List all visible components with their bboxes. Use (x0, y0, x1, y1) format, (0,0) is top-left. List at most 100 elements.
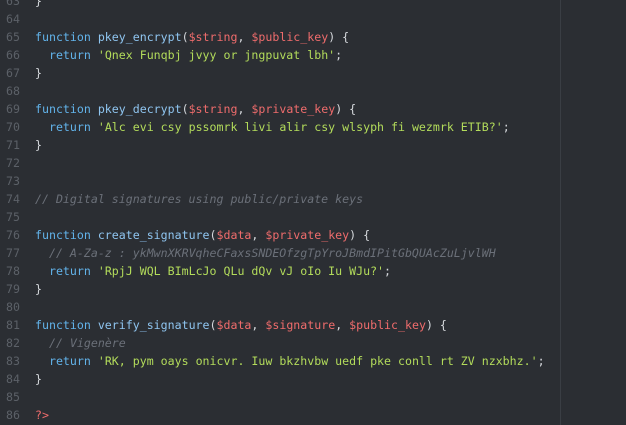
line-code[interactable]: // A-Za-z : ykMwnXKRVqheCFaxsSNDEOfzgTpY… (35, 244, 496, 262)
code-line[interactable]: 63} (0, 0, 626, 10)
code-token: } (35, 372, 42, 386)
code-line[interactable]: 71} (0, 136, 626, 154)
code-line[interactable]: 84} (0, 370, 626, 388)
line-code[interactable]: // Vigenère (35, 334, 126, 352)
line-code[interactable]: // Digital signatures using public/priva… (35, 190, 363, 208)
line-code[interactable]: function pkey_decrypt($string, $private_… (35, 100, 356, 118)
code-token: ?> (35, 408, 49, 422)
code-token: } (35, 282, 42, 296)
line-number: 75 (6, 210, 20, 224)
code-token: return (48, 48, 91, 62)
code-token: return (48, 264, 91, 278)
code-token: } (35, 138, 42, 152)
code-token: // A-Za-z : ykMwnXKRVqheCFaxsSNDEOfzgTpY… (48, 246, 496, 260)
line-number: 68 (6, 84, 20, 98)
code-token: $private_key (265, 228, 350, 242)
code-token: , (237, 102, 252, 116)
code-token: , (251, 318, 266, 332)
code-token: ; (537, 354, 545, 368)
code-token: return (48, 354, 91, 368)
code-token: pkey_decrypt (97, 102, 182, 116)
code-line[interactable]: 66 return 'Qnex Funqbj jvyy or jngpuvat … (0, 46, 626, 64)
code-line[interactable]: 75 (0, 208, 626, 226)
code-token: ( (181, 102, 189, 116)
code-line[interactable]: 65 function pkey_encrypt($string, $public… (0, 28, 626, 46)
line-code[interactable]: return 'Qnex Funqbj jvyy or jngpuvat lbh… (35, 46, 342, 64)
line-code[interactable]: function pkey_encrypt($string, $public_k… (35, 28, 349, 46)
line-number: 64 (6, 12, 20, 26)
code-line[interactable]: 73 (0, 172, 626, 190)
code-token: function (35, 228, 91, 242)
line-code[interactable]: } (35, 0, 42, 10)
code-editor[interactable]: 63} 64 65 function pkey_encrypt($string, $p… (0, 0, 626, 425)
line-number: 71 (6, 138, 20, 152)
code-line[interactable]: 79} (0, 280, 626, 298)
code-line[interactable]: 78 return 'RpjJ WQL BImLcJo QLu dQv vJ o… (0, 262, 626, 280)
line-number: 74 (6, 192, 20, 206)
line-code[interactable]: } (35, 64, 42, 82)
code-line[interactable]: 76 function create_signature($data, $priv… (0, 226, 626, 244)
line-code[interactable]: } (35, 280, 42, 298)
code-line[interactable]: 68 (0, 82, 626, 100)
code-line[interactable]: 74 // Digital signatures using public/pri… (0, 190, 626, 208)
code-line[interactable]: 83 return 'RK, pym oays onicvr. Iuw bkzh… (0, 352, 626, 370)
line-number: 66 (6, 48, 20, 62)
code-token: 'Qnex Funqbj jvyy or jngpuvat lbh' (97, 48, 336, 62)
code-token: , (251, 228, 266, 242)
code-line[interactable]: 81 function verify_signature($data, $sign… (0, 316, 626, 334)
line-code[interactable]: } (35, 136, 42, 154)
code-line[interactable]: 72 (0, 154, 626, 172)
code-line[interactable]: 82 // Vigenère (0, 334, 626, 352)
code-token: pkey_encrypt (97, 30, 182, 44)
code-line[interactable]: 85 (0, 388, 626, 406)
line-number: 78 (6, 264, 20, 278)
code-line[interactable]: 67} (0, 64, 626, 82)
code-line[interactable]: 77 // A-Za-z : ykMwnXKRVqheCFaxsSNDEOfzg… (0, 244, 626, 262)
code-line[interactable]: 69 function pkey_decrypt($string, $privat… (0, 100, 626, 118)
code-token: ( (209, 228, 217, 242)
code-token: $data (216, 318, 252, 332)
line-code[interactable]: } (35, 370, 42, 388)
code-token: , (335, 318, 350, 332)
line-number: 77 (6, 246, 20, 260)
line-number: 72 (6, 156, 20, 170)
code-token: create_signature (97, 228, 210, 242)
code-token: ) { (425, 318, 447, 332)
code-token: , (237, 30, 252, 44)
code-lines[interactable]: 63} 64 65 function pkey_encrypt($string, $p… (0, 0, 626, 424)
code-line[interactable]: 86 ?> (0, 406, 626, 424)
line-code[interactable]: return 'Alc evi csy pssomrk livi alir cs… (35, 118, 510, 136)
code-token: ) { (335, 102, 357, 116)
code-token: ) { (349, 228, 371, 242)
line-code[interactable]: function create_signature($data, $privat… (35, 226, 370, 244)
line-number: 80 (6, 300, 20, 314)
code-line[interactable]: 80 (0, 298, 626, 316)
line-number: 85 (6, 390, 20, 404)
code-token: return (48, 120, 91, 134)
code-line[interactable]: 64 (0, 10, 626, 28)
line-number: 82 (6, 336, 20, 350)
code-token: } (35, 66, 42, 80)
code-token: function (35, 318, 91, 332)
code-token: function (35, 102, 91, 116)
code-line[interactable]: 70 return 'Alc evi csy pssomrk livi alir… (0, 118, 626, 136)
code-token: $public_key (251, 30, 329, 44)
line-code[interactable]: return 'RK, pym oays onicvr. Iuw bkzhvbw… (35, 352, 545, 370)
line-code[interactable]: ?> (35, 406, 49, 424)
line-code[interactable]: return 'RpjJ WQL BImLcJo QLu dQv vJ oIo … (35, 262, 391, 280)
line-number: 63 (6, 0, 20, 8)
code-token: $data (216, 228, 252, 242)
line-number: 76 (6, 228, 20, 242)
line-number: 65 (6, 30, 20, 44)
line-code[interactable]: function verify_signature($data, $signat… (35, 316, 447, 334)
